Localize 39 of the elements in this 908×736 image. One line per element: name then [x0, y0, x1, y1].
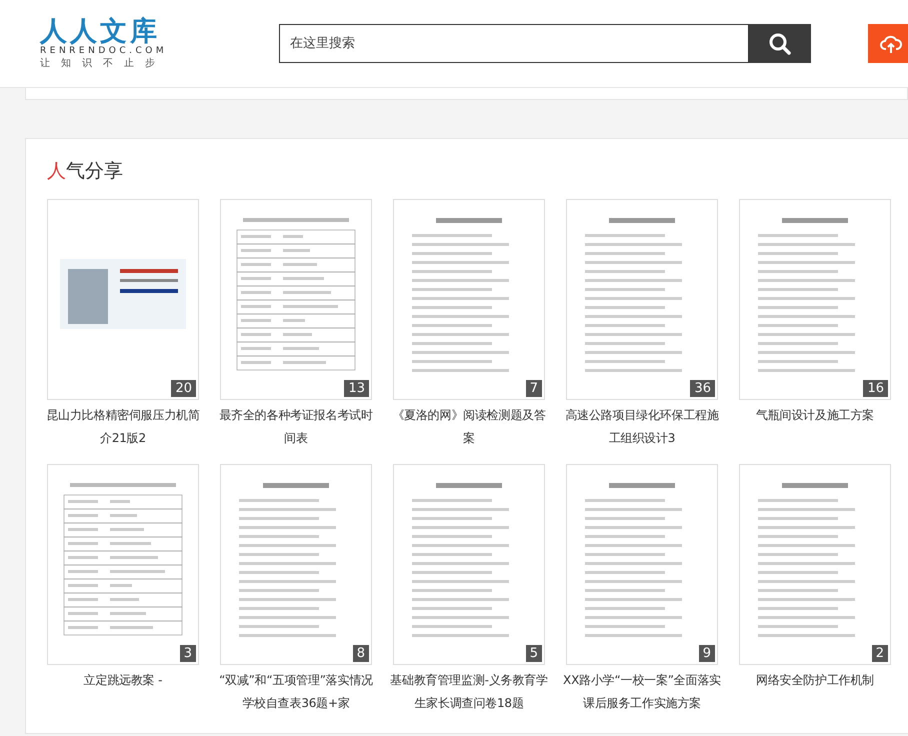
page-count: 16: [863, 380, 888, 397]
logo-title[interactable]: 人人文库: [40, 16, 160, 46]
document-thumbnail[interactable]: 5: [393, 464, 545, 665]
page-count: 36: [690, 380, 715, 397]
document-title[interactable]: 网络安全防护工作机制: [734, 669, 896, 715]
document-title[interactable]: 昆山力比格精密伺服压力机简介21版2: [42, 404, 204, 450]
document-thumbnail[interactable]: 2: [739, 464, 891, 665]
document-thumbnail[interactable]: 36: [566, 199, 718, 400]
page-count: 20: [171, 380, 196, 397]
document-title[interactable]: 立定跳远教案 -: [42, 669, 204, 715]
document-title[interactable]: 高速公路项目绿化环保工程施工组织设计3: [561, 404, 723, 450]
document-title[interactable]: 最齐全的各种考证报名考试时间表: [215, 404, 377, 450]
logo-domain: RENRENDOC.COM: [40, 46, 168, 58]
page-count: 9: [698, 645, 715, 662]
page-count: 13: [344, 380, 369, 397]
document-title[interactable]: “双减”和“五项管理”落实情况学校自查表36题+家: [215, 669, 377, 715]
search-icon: [768, 32, 792, 56]
page-count: 3: [180, 645, 196, 662]
document-thumbnail[interactable]: 8: [220, 464, 372, 665]
cloud-upload-icon: [880, 34, 902, 54]
document-thumbnail[interactable]: 13: [220, 199, 372, 400]
search-field[interactable]: 在这里搜索: [279, 24, 749, 63]
document-thumbnail[interactable]: 20: [47, 199, 199, 400]
page-count: 5: [526, 645, 542, 662]
page-count: 2: [872, 645, 888, 662]
document-title[interactable]: 基础教育管理监测-义务教育学生家长调查问卷18题: [388, 669, 550, 715]
document-thumbnail[interactable]: 3: [47, 464, 199, 665]
logo-slogan: 让知识不止步: [40, 57, 166, 70]
upload-button[interactable]: [868, 24, 908, 63]
document-title[interactable]: 气瓶间设计及施工方案: [734, 404, 896, 450]
section-title: 人气分享: [47, 159, 124, 183]
page-count: 7: [526, 380, 542, 397]
document-title[interactable]: 《夏洛的网》阅读检测题及答案: [388, 404, 550, 450]
search-button[interactable]: [749, 24, 811, 63]
document-thumbnail[interactable]: 9: [566, 464, 718, 665]
document-title[interactable]: XX路小学“一校一案”全面落实课后服务工作实施方案: [561, 669, 723, 715]
document-thumbnail[interactable]: 16: [739, 199, 891, 400]
page-count: 8: [352, 645, 369, 662]
document-thumbnail[interactable]: 7: [393, 199, 545, 400]
